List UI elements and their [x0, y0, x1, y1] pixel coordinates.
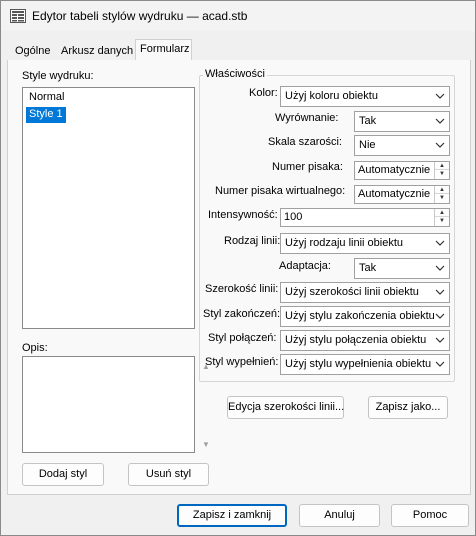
- line-end-label: Styl zakończeń:: [203, 308, 281, 320]
- pen-number-label: Numer pisaka:: [272, 161, 343, 173]
- chevron-down-icon: [435, 142, 445, 148]
- line-end-select[interactable]: Użyj stylu zakończenia obiektu: [280, 306, 450, 327]
- delete-style-button[interactable]: Usuń styl: [128, 463, 209, 486]
- list-item-label: Normal: [29, 91, 65, 103]
- line-end-value: Użyj stylu zakończenia obiektu: [285, 310, 435, 322]
- intensity-spinner[interactable]: 100 ▲ ▼: [280, 208, 450, 227]
- spin-up-icon[interactable]: ▲: [435, 186, 449, 194]
- dither-select[interactable]: Tak: [354, 111, 450, 132]
- chevron-down-icon: [435, 265, 445, 271]
- spin-down-icon[interactable]: ▼: [435, 217, 449, 225]
- spin-up-icon[interactable]: ▲: [435, 162, 449, 170]
- spinner-buttons: ▲ ▼: [434, 209, 449, 226]
- color-label: Kolor:: [249, 87, 278, 99]
- list-item[interactable]: Normal: [26, 90, 67, 106]
- intensity-label: Intensywność:: [208, 209, 278, 221]
- tab-datasheet[interactable]: Arkusz danych: [57, 42, 137, 61]
- chevron-down-icon: [435, 337, 445, 343]
- tab-datasheet-label: Arkusz danych: [61, 45, 134, 57]
- help-button[interactable]: Pomoc: [391, 504, 469, 527]
- chevron-down-icon: [435, 361, 445, 367]
- edit-lineweights-button[interactable]: Edycja szerokości linii...: [227, 396, 344, 419]
- dither-value: Tak: [359, 115, 377, 127]
- plot-style-editor-icon: [10, 9, 26, 23]
- dither-label: Wyrównanie:: [275, 112, 339, 124]
- adaptive-select[interactable]: Tak: [354, 258, 450, 279]
- intensity-value: 100: [284, 211, 303, 223]
- line-join-value: Użyj stylu połączenia obiektu: [285, 334, 427, 346]
- chevron-down-icon: [435, 118, 445, 124]
- tab-general[interactable]: Ogólne: [11, 42, 54, 61]
- pen-number-spinner[interactable]: Automatycznie ▲ ▼: [354, 161, 450, 180]
- fill-value: Użyj stylu wypełnienia obiektu: [285, 358, 432, 370]
- save-as-button[interactable]: Zapisz jako...: [368, 396, 448, 419]
- lineweight-label: Szerokość linii:: [205, 283, 279, 295]
- grayscale-value: Nie: [359, 139, 376, 151]
- spin-down-icon[interactable]: ▼: [435, 194, 449, 202]
- virtual-pen-value: Automatycznie: [358, 188, 431, 200]
- add-style-button[interactable]: Dodaj styl: [22, 463, 104, 486]
- plot-styles-label: Style wydruku:: [22, 70, 94, 82]
- list-item-label: Style 1: [29, 108, 63, 120]
- virtual-pen-label: Numer pisaka wirtualnego:: [215, 185, 346, 197]
- save-and-close-button[interactable]: Zapisz i zamknij: [177, 504, 287, 527]
- spinner-buttons: ▲ ▼: [434, 162, 449, 179]
- tab-general-label: Ogólne: [15, 45, 51, 57]
- line-join-label: Styl połączeń:: [208, 332, 277, 344]
- fill-select[interactable]: Użyj stylu wypełnienia obiektu: [280, 354, 450, 375]
- linetype-label: Rodzaj linii:: [224, 235, 281, 247]
- grayscale-select[interactable]: Nie: [354, 135, 450, 156]
- chevron-down-icon: [435, 313, 445, 319]
- adaptive-value: Tak: [359, 262, 377, 274]
- description-label: Opis:: [22, 342, 48, 354]
- adaptive-label: Adaptacja:: [279, 260, 331, 272]
- plot-styles-list[interactable]: Normal Style 1: [22, 87, 195, 329]
- spin-up-icon[interactable]: ▲: [435, 209, 449, 217]
- lineweight-select[interactable]: Użyj szerokości linii obiektu: [280, 282, 450, 303]
- tab-form-label: Formularz: [140, 43, 190, 55]
- list-item-selected[interactable]: Style 1: [26, 107, 66, 123]
- line-join-select[interactable]: Użyj stylu połączenia obiektu: [280, 330, 450, 351]
- properties-group-title: Właściwości: [203, 68, 267, 80]
- window-title: Edytor tabeli stylów wydruku — acad.stb: [32, 9, 248, 23]
- spinner-buttons: ▲ ▼: [434, 186, 449, 203]
- pen-number-value: Automatycznie: [358, 164, 431, 176]
- tab-form[interactable]: Formularz: [135, 39, 192, 61]
- scroll-down-icon[interactable]: ▼: [201, 441, 211, 449]
- grayscale-label: Skala szarości:: [268, 136, 342, 148]
- linetype-select[interactable]: Użyj rodzaju linii obiektu: [280, 233, 450, 254]
- plot-style-editor-window: Edytor tabeli stylów wydruku — acad.stb …: [0, 0, 476, 536]
- linetype-value: Użyj rodzaju linii obiektu: [285, 237, 403, 249]
- description-textarea[interactable]: ▲ ▼: [22, 356, 210, 453]
- lineweight-value: Użyj szerokości linii obiektu: [285, 286, 419, 298]
- cancel-button[interactable]: Anuluj: [299, 504, 380, 527]
- chevron-down-icon: [435, 289, 445, 295]
- chevron-down-icon: [435, 240, 445, 246]
- virtual-pen-spinner[interactable]: Automatycznie ▲ ▼: [354, 185, 450, 204]
- chevron-down-icon: [435, 93, 445, 99]
- fill-label: Styl wypełnień:: [205, 356, 279, 368]
- color-select[interactable]: Użyj koloru obiektu: [280, 86, 450, 107]
- spin-down-icon[interactable]: ▼: [435, 170, 449, 178]
- title-bar[interactable]: Edytor tabeli stylów wydruku — acad.stb: [1, 1, 475, 31]
- color-value: Użyj koloru obiektu: [285, 90, 378, 102]
